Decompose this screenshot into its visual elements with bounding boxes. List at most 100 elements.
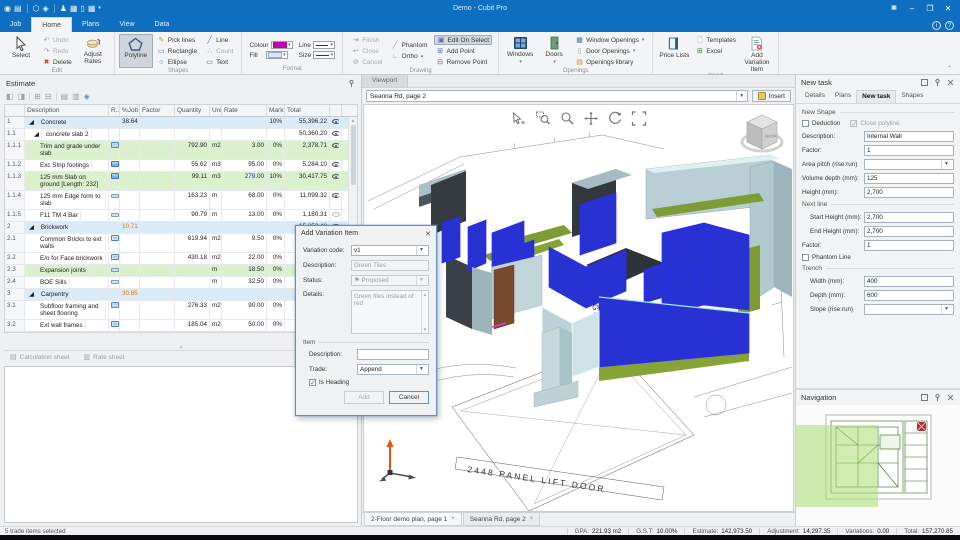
zoom-tool-icon[interactable]: ◈ bbox=[43, 0, 49, 17]
factor2-field[interactable]: 1 bbox=[864, 240, 954, 251]
pin-icon[interactable] bbox=[347, 79, 356, 88]
line-size-picker[interactable]: ▾ bbox=[313, 51, 335, 59]
count-button[interactable]: ∴Count bbox=[203, 46, 235, 56]
tab-shapes[interactable]: Shapes bbox=[896, 90, 928, 103]
collapse-ribbon-icon[interactable]: ⌃ bbox=[939, 65, 960, 74]
cancel-shape-button[interactable]: ⊘Cancel bbox=[349, 57, 384, 67]
excel-button[interactable]: ⊞Excel bbox=[693, 46, 738, 56]
trench-depth-field[interactable]: 600 bbox=[864, 290, 954, 301]
end-height-field[interactable]: 2,700 bbox=[864, 226, 954, 237]
table-shortcut-icon[interactable]: ▦ bbox=[88, 0, 96, 17]
close-polyline-checkbox[interactable]: Close polyline bbox=[850, 120, 899, 127]
table-row[interactable]: 1.1.3 ◢125 mm Slab on ground [Length: 23… bbox=[5, 172, 357, 191]
close-shape-button[interactable]: ↩Close bbox=[349, 46, 384, 56]
pin-icon[interactable] bbox=[933, 78, 942, 87]
templates-button[interactable]: 🗋Templates bbox=[693, 35, 738, 45]
add-button[interactable]: Add bbox=[344, 391, 384, 404]
window-openings-button[interactable]: ▦Window Openings▾ bbox=[573, 35, 646, 45]
tab-plans[interactable]: Plans bbox=[830, 90, 856, 103]
tab-data[interactable]: Data bbox=[145, 17, 180, 32]
table-row[interactable]: 1.1 ◢concrete slab 2 50,360.20 bbox=[5, 129, 357, 141]
remove-point-button[interactable]: ⊟Remove Point bbox=[434, 57, 493, 67]
door-openings-button[interactable]: ▯Door Openings▾ bbox=[573, 46, 646, 56]
row-visibility[interactable] bbox=[330, 191, 342, 209]
filter-sort-icon[interactable]: ◈ bbox=[84, 92, 90, 101]
plan-page-tab[interactable]: Seanna Rd, page 2× bbox=[463, 513, 541, 526]
colour-swatch[interactable]: ▾ bbox=[271, 41, 293, 49]
windows-shortcut-icon[interactable]: ▦ bbox=[70, 0, 78, 17]
volume-depth-field[interactable]: 125 bbox=[864, 173, 954, 184]
row-visibility[interactable] bbox=[330, 141, 342, 159]
close-icon[interactable] bbox=[946, 78, 955, 87]
adjust-icon[interactable]: ♟ bbox=[60, 0, 67, 17]
ellipse-button[interactable]: ○Ellipse bbox=[155, 57, 199, 67]
row-visibility[interactable] bbox=[330, 210, 342, 221]
line-style-picker[interactable]: ▾ bbox=[313, 41, 335, 49]
close-tab-icon[interactable]: × bbox=[530, 516, 534, 522]
show-sheet-icon[interactable]: ▤ bbox=[61, 92, 69, 101]
doors-shortcut-icon[interactable]: ▯ bbox=[80, 0, 84, 17]
pick-lines-button[interactable]: ✎Pick lines bbox=[155, 35, 199, 45]
select-tool-icon[interactable] bbox=[511, 111, 526, 126]
tree-caret-icon[interactable]: ◢ bbox=[32, 130, 42, 139]
row-visibility[interactable] bbox=[330, 117, 342, 128]
tab-details[interactable]: Details bbox=[800, 90, 830, 103]
redo-button[interactable]: ↷Redo bbox=[40, 46, 74, 56]
tree-caret-icon[interactable]: ◢ bbox=[27, 118, 37, 127]
dock-window-icon[interactable] bbox=[920, 393, 929, 402]
help-window-icon[interactable]: ▣ bbox=[886, 2, 902, 15]
plan-selector[interactable]: Seanna Rd, page 2▼ bbox=[366, 90, 748, 102]
close-button[interactable]: ✕ bbox=[940, 2, 956, 15]
tab-calculation-sheet[interactable]: ▤Calculation sheet bbox=[10, 353, 70, 362]
fill-swatch[interactable]: ▾ bbox=[266, 51, 288, 59]
description-field[interactable]: Internal Wall bbox=[864, 131, 954, 142]
plan-page-tab[interactable]: 2-Floor demo plan, page 1× bbox=[364, 513, 462, 526]
zoom-icon[interactable] bbox=[559, 111, 574, 126]
close-tab-icon[interactable]: × bbox=[451, 516, 455, 522]
start-height-field[interactable]: 2,700 bbox=[864, 212, 954, 223]
table-row[interactable]: 1.1.1 ◢Trim and grade under slab 792.90 … bbox=[5, 141, 357, 160]
trench-slope-field[interactable]: ▼ bbox=[864, 304, 954, 315]
add-point-button[interactable]: ⊞Add Point bbox=[434, 46, 493, 56]
undo-button[interactable]: ↶Undo bbox=[40, 35, 74, 45]
tree-caret-icon[interactable]: ◢ bbox=[27, 223, 37, 232]
close-icon[interactable] bbox=[946, 393, 955, 402]
info-icon[interactable]: i bbox=[932, 21, 941, 30]
area-pitch-field[interactable]: ▼ bbox=[864, 159, 954, 170]
doors-button[interactable]: Doors▾ bbox=[537, 34, 571, 68]
factor-field[interactable]: 1 bbox=[864, 145, 954, 156]
tab-view[interactable]: View bbox=[110, 17, 145, 32]
qat-dropdown-icon[interactable]: ▾ bbox=[98, 0, 101, 17]
windows-button[interactable]: Windows▾ bbox=[503, 34, 537, 68]
openings-library-button[interactable]: ▤Openings library bbox=[573, 57, 646, 67]
expand-all-icon[interactable]: ⊞ bbox=[34, 92, 41, 101]
trench-width-field[interactable]: 400 bbox=[864, 276, 954, 287]
select-button[interactable]: Select bbox=[4, 34, 38, 68]
edit-on-select-button[interactable]: ▣Edit On Select bbox=[434, 35, 493, 45]
zoom-window-icon[interactable] bbox=[535, 111, 550, 126]
table-row[interactable]: 1.1.4 ◢125 mm Edge form to slab 163.23 m… bbox=[5, 191, 357, 210]
eye-icon[interactable] bbox=[332, 119, 340, 124]
finish-button[interactable]: ⇥Finish bbox=[349, 35, 384, 45]
viewport-region-overlay[interactable] bbox=[796, 425, 878, 507]
eye-icon[interactable] bbox=[332, 193, 340, 198]
table-row[interactable]: 1 ◢Concrete 38.64 10% 55,396.22 bbox=[5, 117, 357, 129]
minimize-button[interactable]: – bbox=[904, 2, 920, 15]
table-row[interactable]: 1.1.2 ◢Exc Strip footings 55.62 m3 95.00… bbox=[5, 160, 357, 172]
dock-window-icon[interactable] bbox=[920, 78, 929, 87]
orbit-icon[interactable] bbox=[607, 111, 622, 126]
eye-icon[interactable] bbox=[332, 174, 340, 179]
eye-icon[interactable] bbox=[332, 162, 340, 167]
tab-new-task[interactable]: New task bbox=[856, 90, 896, 103]
trade-select[interactable]: Append▼ bbox=[357, 364, 429, 375]
adjust-rates-button[interactable]: Adjust Rates bbox=[76, 34, 110, 68]
text-button[interactable]: ▭Text bbox=[203, 57, 235, 67]
pan-tool-icon[interactable]: ⬡ bbox=[33, 0, 40, 17]
show-rates-icon[interactable]: ▥ bbox=[72, 92, 80, 101]
row-visibility[interactable] bbox=[330, 129, 342, 140]
close-icon[interactable]: ✕ bbox=[425, 230, 431, 238]
fit-view-icon[interactable] bbox=[631, 111, 646, 126]
cancel-button[interactable]: Cancel bbox=[389, 391, 429, 404]
view-cube[interactable]: FRONT bbox=[739, 109, 785, 159]
polyline-button[interactable]: Polyline bbox=[119, 34, 153, 68]
